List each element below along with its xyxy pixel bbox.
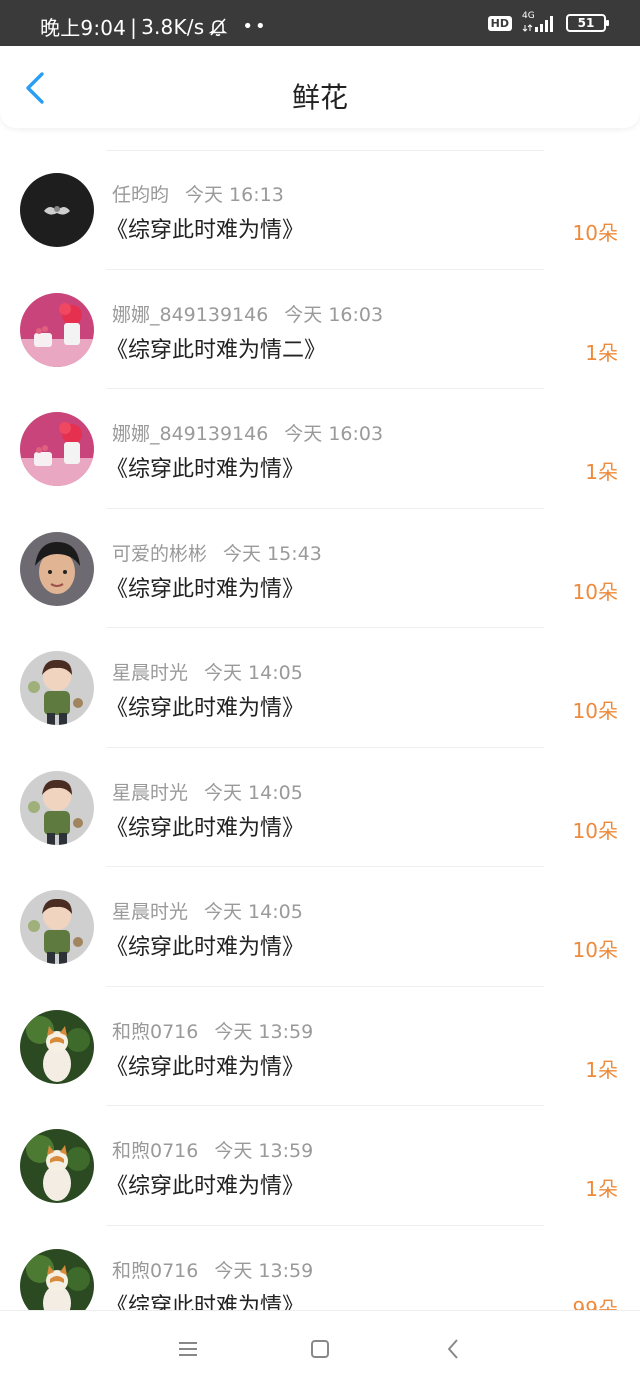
list-item[interactable]: 和煦0716 今天 13:59 《综穿此时难为情》 1朵 [0,987,640,1106]
avatar[interactable] [20,173,94,247]
item-meta: 和煦0716 今天 13:59 [112,1256,313,1283]
avatar[interactable] [20,1009,94,1084]
user-name: 和煦0716 [112,1259,199,1282]
item-meta: 星晨时光 今天 14:05 [112,897,303,924]
timestamp: 今天 16:03 [284,303,384,326]
item-meta: 和煦0716 今天 13:59 [112,1136,313,1163]
flower-count: 1朵 [585,1177,618,1201]
item-meta: 星晨时光 今天 14:05 [112,658,303,685]
flower-count: 10朵 [572,699,618,723]
menu-icon[interactable] [176,1337,200,1361]
status-speed: 3.8K/s [141,14,205,39]
flower-list[interactable]: 任昀昀 今天 16:13 《综穿此时难为情》 10朵 娜娜_849139146 今天 16… [0,150,640,1310]
book-title: 《综穿此时难为情》 [106,218,305,243]
item-meta: 娜娜_849139146 今天 16:03 [112,419,383,446]
timestamp: 今天 14:05 [204,781,303,804]
list-item[interactable]: 娜娜_849139146 今天 16:03 《综穿此时难为情二》 1朵 [0,270,640,389]
user-name: 星晨时光 [112,662,189,684]
user-name: 和煦0716 [112,1020,199,1043]
flower-count: 10朵 [572,938,618,962]
book-title: 《综穿此时难为情》 [106,1174,305,1199]
back-triangle-icon[interactable] [442,1337,466,1361]
avatar[interactable] [20,890,94,964]
item-meta: 任昀昀 今天 16:13 [112,180,284,207]
flower-count: 1朵 [585,340,618,365]
user-name: 星晨时光 [112,781,189,804]
flower-count: 1朵 [585,460,618,484]
avatar[interactable] [20,1129,94,1203]
flower-count: 1朵 [585,1057,618,1082]
book-title: 《综穿此时难为情》 [106,1293,305,1311]
book-title: 《综穿此时难为情》 [106,457,305,482]
flower-count: 10朵 [572,818,618,843]
list-item[interactable]: 星晨时光 今天 14:05 《综穿此时难为情》 10朵 [0,867,640,987]
book-title: 《综穿此时难为情二》 [106,337,327,363]
list-item[interactable]: 任昀昀 今天 16:13 《综穿此时难为情》 10朵 [0,150,640,270]
flower-count: 10朵 [572,221,618,245]
avatar[interactable] [20,412,94,486]
timestamp: 今天 16:03 [284,423,384,445]
book-title: 《综穿此时难为情》 [106,815,305,841]
hd-badge: HD [487,15,512,31]
book-title: 《综穿此时难为情》 [106,696,305,721]
timestamp: 今天 13:59 [214,1259,314,1282]
book-title: 《综穿此时难为情》 [106,576,305,602]
battery-icon: 51 [566,14,609,32]
flower-count: 10朵 [572,579,618,604]
timestamp: 今天 14:05 [204,662,303,684]
status-right: HD 4G 51 [487,11,609,33]
user-name: 和煦0716 [112,1140,199,1162]
home-square-icon[interactable] [308,1337,332,1361]
user-name: 星晨时光 [112,901,189,923]
bell-off-icon [208,17,228,37]
status-dots: •• [242,16,268,37]
timestamp: 今天 13:59 [214,1020,314,1043]
avatar[interactable] [20,770,94,845]
item-meta: 和煦0716 今天 13:59 [112,1017,313,1044]
list-item[interactable]: 星晨时光 今天 14:05 《综穿此时难为情》 10朵 [0,628,640,748]
item-meta: 可爱的彬彬 今天 15:43 [112,539,322,566]
book-title: 《综穿此时难为情》 [106,1054,305,1080]
signal-icon: 4G [522,11,556,33]
list-item[interactable]: 可爱的彬彬 今天 15:43 《综穿此时难为情》 10朵 [0,509,640,628]
avatar[interactable] [20,651,94,725]
avatar[interactable] [20,531,94,606]
list-item[interactable]: 娜娜_849139146 今天 16:03 《综穿此时难为情》 1朵 [0,389,640,509]
page-title: 鲜花 [291,81,348,114]
system-nav-bar [0,1310,640,1387]
status-bar: 晚上9:04 | 3.8K/s •• HD 4G 51 [0,0,640,46]
item-meta: 星晨时光 今天 14:05 [112,778,303,805]
timestamp: 今天 13:59 [214,1140,314,1162]
flower-count: 99朵 [572,1296,618,1311]
status-time: 晚上9:04 [40,16,127,40]
book-title: 《综穿此时难为情》 [106,935,305,960]
item-meta: 娜娜_849139146 今天 16:03 [112,300,383,327]
list-item[interactable]: 和煦0716 今天 13:59 《综穿此时难为情》 1朵 [0,1106,640,1226]
user-name: 任昀昀 [112,184,170,206]
user-name: 可爱的彬彬 [112,542,208,565]
list-item[interactable]: 星晨时光 今天 14:05 《综穿此时难为情》 10朵 [0,748,640,867]
status-left: 晚上9:04 | 3.8K/s •• [40,12,268,41]
user-name: 娜娜_849139146 [112,303,269,326]
network-type: 4G [522,11,535,21]
avatar[interactable] [20,1248,94,1310]
app-header: 鲜花 [0,46,640,128]
avatar[interactable] [20,292,94,367]
list-item[interactable]: 和煦0716 今天 13:59 《综穿此时难为情》 99朵 [0,1226,640,1311]
timestamp: 今天 16:13 [185,184,284,206]
timestamp: 今天 14:05 [204,901,303,923]
user-name: 娜娜_849139146 [112,423,269,445]
timestamp: 今天 15:43 [223,542,322,565]
